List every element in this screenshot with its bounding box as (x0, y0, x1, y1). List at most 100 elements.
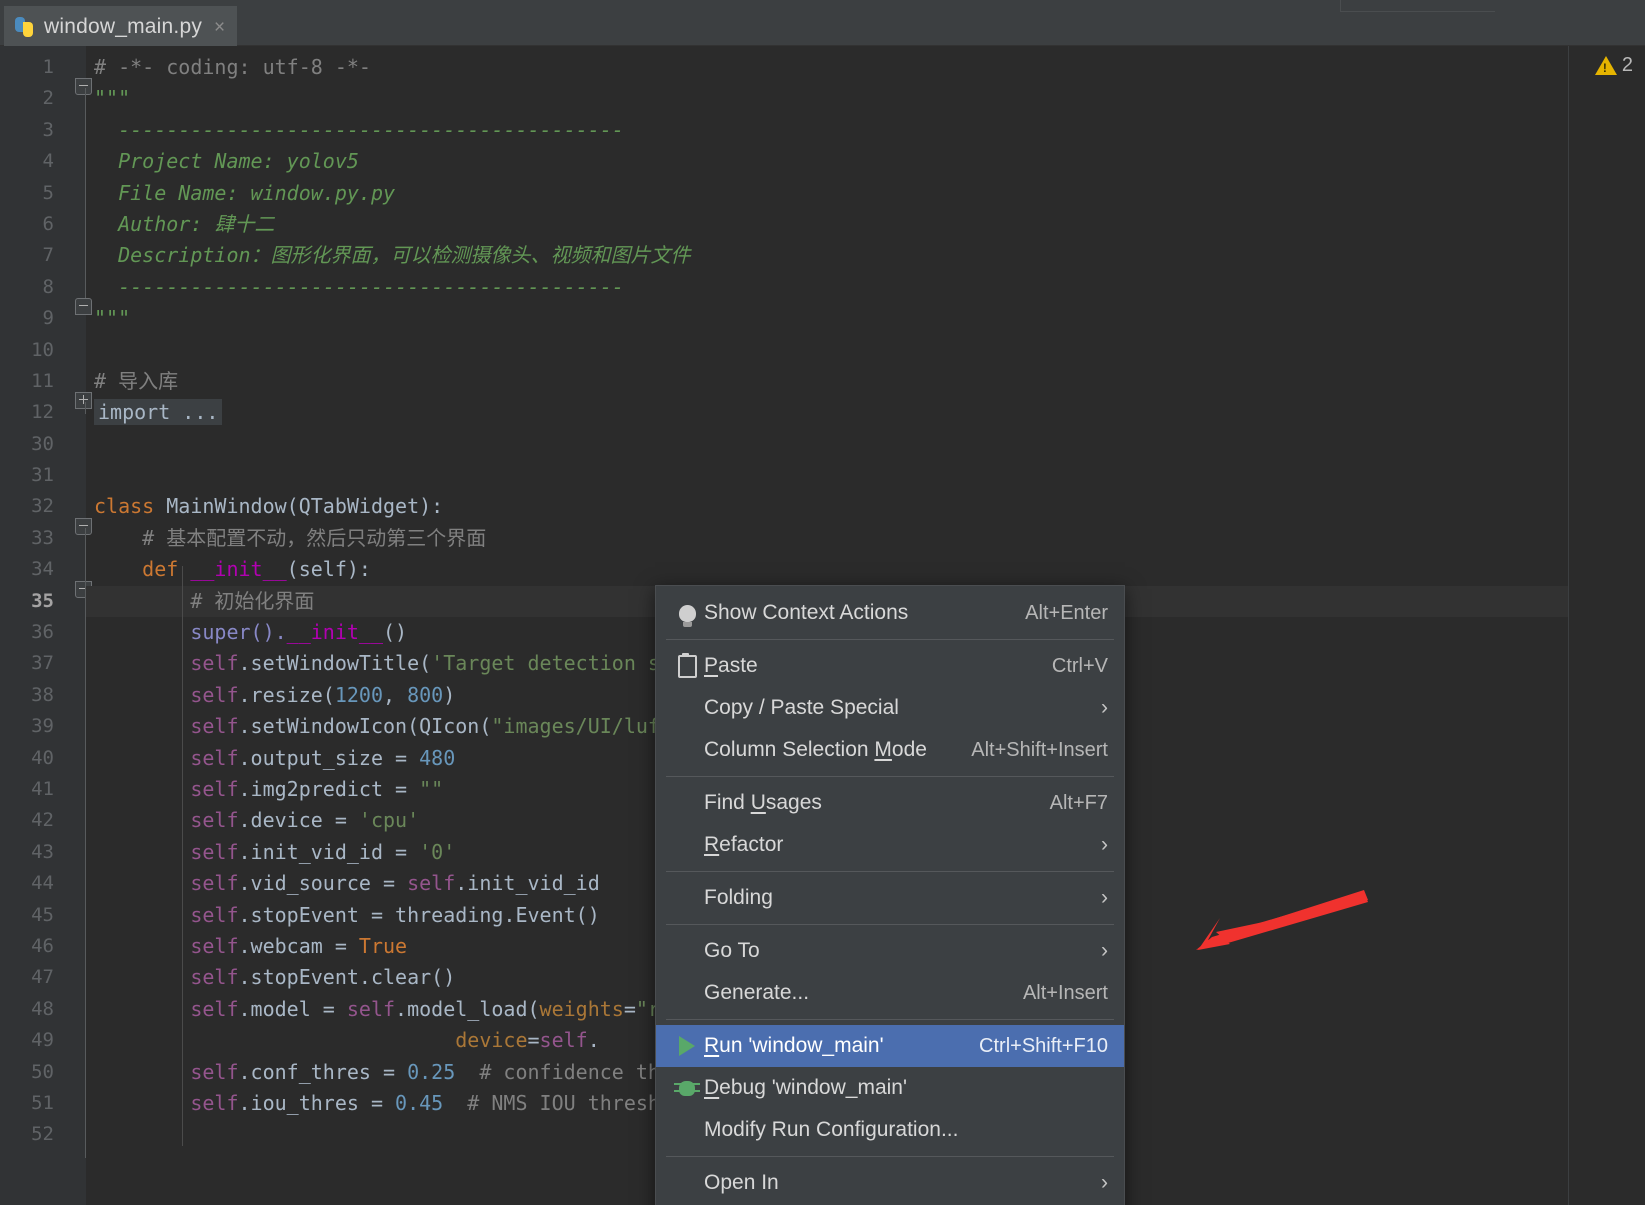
editor-context-menu[interactable]: Show Context Actions Alt+Enter Paste Ctrl+V… (655, 585, 1125, 1205)
line-number: 34 (31, 558, 54, 581)
menu-item-go-to[interactable]: Go To › (656, 930, 1124, 972)
code-line[interactable]: """ (86, 83, 1645, 114)
menu-item-copy-paste-special[interactable]: Copy / Paste Special › (656, 687, 1124, 729)
toolbar-widget-outline (1340, 0, 1495, 12)
status-badge[interactable]: 2 (1594, 54, 1633, 77)
code-token: True (358, 933, 408, 958)
line-number: 9 (42, 307, 54, 330)
code-token: Description：图形化界面，可以检测摄像头、视频和图片文件 (94, 243, 691, 268)
menu-item-column-selection-mode[interactable]: Column Selection Mode Alt+Shift+Insert (656, 729, 1124, 771)
code-line[interactable]: class MainWindow(QTabWidget): (86, 491, 1645, 522)
code-token: .stopEvent = threading.Event() (238, 902, 600, 927)
menu-separator (666, 871, 1114, 872)
code-token: self (94, 996, 239, 1021)
menu-item-shortcut: Alt+F7 (1049, 791, 1108, 814)
line-number: 50 (31, 1060, 54, 1083)
menu-separator (666, 924, 1114, 925)
code-token: ) (443, 682, 456, 707)
menu-item-debug-window-main[interactable]: Debug 'window_main' (656, 1067, 1124, 1109)
code-token: weights (539, 996, 624, 1021)
code-line[interactable]: """ (86, 303, 1645, 334)
menu-item-find-usages[interactable]: Find Usages Alt+F7 (656, 782, 1124, 824)
code-token: self (94, 651, 239, 676)
code-line[interactable]: # 基本配置不动，然后只动第三个界面 (86, 523, 1645, 554)
code-token: self (94, 682, 239, 707)
menu-item-open-in[interactable]: Open In › (656, 1162, 1124, 1204)
code-token: .vid_source = (238, 871, 408, 896)
code-token: # 导入库 (94, 368, 179, 393)
menu-item-label: Modify Run Configuration... (704, 1118, 959, 1141)
indent-guide-2 (182, 1046, 183, 1106)
code-token: File Name: window.py.py (94, 180, 396, 205)
line-number: 31 (31, 464, 54, 487)
code-token: self (346, 996, 396, 1021)
code-line[interactable]: ----------------------------------------… (86, 272, 1645, 303)
warning-triangle-icon (1594, 56, 1617, 75)
menu-item-refactor[interactable]: Refactor › (656, 824, 1124, 866)
line-number: 52 (31, 1123, 54, 1146)
line-number: 32 (31, 495, 54, 518)
code-token: .conf_thres = (238, 1059, 408, 1084)
line-number: 5 (42, 181, 54, 204)
menu-item-modify-run-configuration[interactable]: Modify Run Configuration... (656, 1109, 1124, 1151)
code-line[interactable]: Description：图形化界面，可以检测摄像头、视频和图片文件 (86, 240, 1645, 271)
code-line[interactable]: ----------------------------------------… (86, 115, 1645, 146)
menu-item-run-window-main[interactable]: Run 'window_main' Ctrl+Shift+F10 (656, 1025, 1124, 1067)
code-line[interactable]: Project Name: yolov5 (86, 146, 1645, 177)
code-token: self (94, 1090, 239, 1115)
menu-item-label: Copy / Paste Special (704, 696, 899, 719)
menu-item-shortcut: Ctrl+Shift+F10 (979, 1034, 1108, 1057)
code-line[interactable]: # -*- coding: utf-8 -*- (86, 52, 1645, 83)
code-token: def (142, 557, 191, 582)
menu-separator (666, 639, 1114, 640)
code-token: self (94, 714, 239, 739)
line-number: 39 (31, 715, 54, 738)
line-number: 35 (31, 589, 54, 612)
code-token: __init__ (286, 620, 383, 645)
red-pointer-arrow (1196, 890, 1368, 950)
code-token: (self): (286, 557, 371, 582)
editor-inspection-strip[interactable]: 2 (1569, 46, 1645, 1205)
code-line[interactable]: Author: 肆十二 (86, 209, 1645, 240)
code-token: super(). (94, 620, 287, 645)
code-line[interactable] (86, 429, 1645, 460)
menu-item-shortcut: Alt+Shift+Insert (971, 738, 1108, 761)
code-token: Project Name: yolov5 (94, 149, 359, 174)
code-token: # confidence thre (455, 1059, 685, 1084)
menu-item-shortcut: Alt+Enter (1025, 601, 1108, 624)
code-token: ----------------------------------------… (94, 117, 624, 142)
code-token: .model_load( (395, 996, 540, 1021)
menu-item-label: Go To (704, 939, 760, 962)
editor-gutter[interactable]: 1 2 3 4 5 6 7 8 9 10 11 12 30 31 32 33 34 35 36 37 38 39 40 41 4… (0, 46, 86, 1205)
code-token: self (94, 871, 239, 896)
line-number: 10 (31, 338, 54, 361)
code-line[interactable] (86, 460, 1645, 491)
code-token: .init_vid_id (455, 871, 600, 896)
code-token: 'cpu' (358, 808, 420, 833)
line-number: 37 (31, 652, 54, 675)
code-token: self (94, 1059, 239, 1084)
code-line[interactable]: File Name: window.py.py (86, 178, 1645, 209)
line-number: 47 (31, 966, 54, 989)
code-line[interactable] (86, 335, 1645, 366)
code-token: .resize( (238, 682, 335, 707)
editor-tab-label: window_main.py (44, 15, 203, 38)
lightbulb-icon (670, 604, 704, 627)
line-number: 3 (42, 118, 54, 141)
editor-tab-window-main[interactable]: window_main.py × (4, 6, 238, 46)
menu-item-folding[interactable]: Folding › (656, 877, 1124, 919)
code-token: MainWindow(QTabWidget): (166, 494, 444, 519)
code-token: () (382, 620, 408, 645)
menu-item-shortcut: Alt+Insert (1022, 981, 1108, 1004)
close-icon[interactable]: × (214, 18, 225, 37)
code-line[interactable]: # 导入库 (86, 366, 1645, 397)
code-token: = (527, 1028, 540, 1053)
code-token: import ... (94, 399, 223, 426)
code-line[interactable]: import ... (86, 397, 1645, 428)
menu-item-paste[interactable]: Paste Ctrl+V (656, 645, 1124, 687)
code-token: .setWindowTitle( (238, 651, 432, 676)
menu-item-label: Run 'window_main' (704, 1034, 884, 1057)
menu-item-generate[interactable]: Generate... Alt+Insert (656, 972, 1124, 1014)
code-line[interactable]: def __init__(self): (86, 554, 1645, 585)
menu-item-show-context-actions[interactable]: Show Context Actions Alt+Enter (656, 592, 1124, 634)
